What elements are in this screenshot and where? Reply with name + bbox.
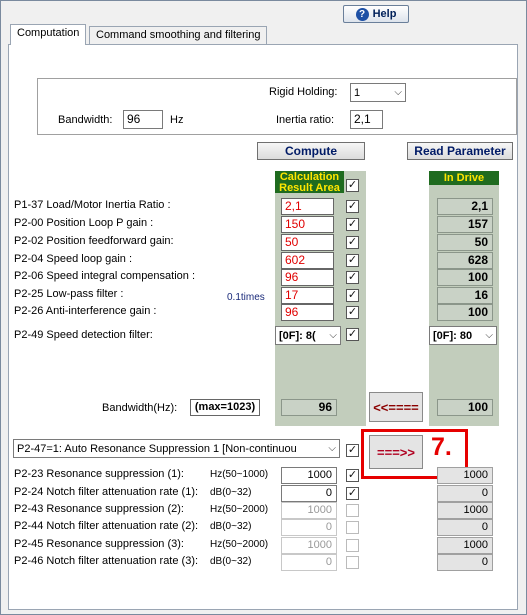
resonance-calc-input[interactable]: 1000 xyxy=(281,467,337,484)
read-parameter-button[interactable]: Read Parameter xyxy=(407,142,513,160)
calculation-header: Calculation Result Area xyxy=(275,171,344,194)
resonance-drive-value: 0 xyxy=(437,485,493,502)
resonance-calc-input: 1000 xyxy=(281,537,337,554)
resonance-checkbox[interactable]: ✓ xyxy=(346,487,359,500)
speed-filter-checkbox[interactable]: ✓ xyxy=(346,328,359,341)
drive-value: 16 xyxy=(437,287,493,304)
calc-value-field[interactable]: 50 xyxy=(281,234,334,251)
speed-filter-calc-value: [0F]: 8( xyxy=(279,329,316,342)
chevron-down-icon: ⌵ xyxy=(329,330,337,341)
inertia-ratio-input[interactable]: 2,1 xyxy=(350,110,383,129)
param-checkbox[interactable]: ✓ xyxy=(346,254,359,267)
compute-button[interactable]: Compute xyxy=(257,142,365,160)
resonance-calc-input: 1000 xyxy=(281,502,337,519)
drive-value: 100 xyxy=(437,304,493,321)
resonance-checkbox[interactable] xyxy=(346,556,359,569)
resonance-drive-value: 1000 xyxy=(437,537,493,554)
resonance-drive-value: 1000 xyxy=(437,502,493,519)
calc-value-field[interactable]: 96 xyxy=(281,269,334,286)
drive-value: 50 xyxy=(437,234,493,251)
in-drive-header: In Drive xyxy=(429,171,499,185)
drive-value: 157 xyxy=(437,216,493,233)
resonance-label: P2-43 Resonance suppression (2): xyxy=(14,503,184,515)
drive-value: 2,1 xyxy=(437,198,493,215)
param-label: P2-25 Low-pass filter : xyxy=(14,288,124,300)
param-label: P2-02 Position feedforward gain: xyxy=(14,235,174,247)
inertia-ratio-label: Inertia ratio: xyxy=(276,114,335,126)
step-annotation-label: 7. xyxy=(431,433,452,461)
resonance-label: P2-46 Notch filter attenuation rate (3): xyxy=(14,555,199,567)
param-label: P2-00 Position Loop P gain : xyxy=(14,217,154,229)
tab-label: Computation xyxy=(17,27,80,39)
resonance-range: dB(0~32) xyxy=(210,521,252,532)
drive-value: 628 xyxy=(437,252,493,269)
rigid-holding-select[interactable]: 1 ⌵ xyxy=(350,83,406,102)
resonance-range: Hz(50~1000) xyxy=(210,469,269,480)
resonance-label: P2-23 Resonance suppression (1): xyxy=(14,468,184,480)
resonance-range: dB(0~32) xyxy=(210,556,252,567)
calc-value-field[interactable]: 602 xyxy=(281,252,334,269)
resonance-drive-value: 1000 xyxy=(437,467,493,484)
bandwidth-unit: Hz xyxy=(170,114,184,126)
param-checkbox[interactable]: ✓ xyxy=(346,236,359,249)
speed-filter-calc-select[interactable]: [0F]: 8( ⌵ xyxy=(275,326,341,345)
help-button[interactable]: ? Help xyxy=(343,5,409,23)
resonance-mode-select[interactable]: P2-47=1: Auto Resonance Suppression 1 [N… xyxy=(13,439,340,458)
resonance-label: P2-45 Resonance suppression (3): xyxy=(14,538,184,550)
write-to-calc-arrow-button[interactable]: <<==== xyxy=(369,392,423,422)
resonance-mode-checkbox[interactable]: ✓ xyxy=(346,444,359,457)
resonance-calc-input: 0 xyxy=(281,519,337,536)
param-label: P2-26 Anti-interference gain : xyxy=(14,305,157,317)
resonance-mode-value: P2-47=1: Auto Resonance Suppression 1 [N… xyxy=(17,442,297,455)
rigid-holding-value: 1 xyxy=(354,86,361,99)
speed-filter-label: P2-49 Speed detection filter: xyxy=(14,329,153,341)
resonance-range: Hz(50~2000) xyxy=(210,539,269,550)
resonance-checkbox[interactable] xyxy=(346,539,359,552)
calc-bandwidth-value: 96 xyxy=(281,399,337,416)
resonance-label: P2-24 Notch filter attenuation rate (1): xyxy=(14,486,199,498)
chevron-down-icon: ⌵ xyxy=(485,330,493,341)
param-checkbox[interactable]: ✓ xyxy=(346,200,359,213)
tab-computation[interactable]: Computation xyxy=(10,24,87,45)
resonance-checkbox[interactable] xyxy=(346,504,359,517)
resonance-drive-value: 0 xyxy=(437,519,493,536)
chevron-down-icon: ⌵ xyxy=(328,443,336,454)
param-label: P2-04 Speed loop gain : xyxy=(14,253,133,265)
bandwidth-hz-label: Bandwidth(Hz): xyxy=(102,402,178,414)
speed-filter-drive-value: [0F]: 80 xyxy=(433,329,473,342)
drive-bandwidth-value: 100 xyxy=(437,399,493,416)
resonance-calc-input: 0 xyxy=(281,554,337,571)
param-checkbox[interactable]: ✓ xyxy=(346,306,359,319)
resonance-checkbox[interactable]: ✓ xyxy=(346,469,359,482)
resonance-range: dB(0~32) xyxy=(210,487,252,498)
param-checkbox[interactable]: ✓ xyxy=(346,271,359,284)
question-icon: ? xyxy=(355,7,369,21)
calc-value-field[interactable]: 17 xyxy=(281,287,334,304)
chevron-down-icon: ⌵ xyxy=(394,87,402,98)
rigid-holding-label: Rigid Holding: xyxy=(269,86,338,98)
param-label: P1-37 Load/Motor Inertia Ratio : xyxy=(14,199,171,211)
resonance-checkbox[interactable] xyxy=(346,521,359,534)
calc-value-field[interactable]: 2,1 xyxy=(281,198,334,215)
calc-select-all-checkbox[interactable]: ✓ xyxy=(346,179,359,192)
param-label: P2-06 Speed integral compensation : xyxy=(14,270,196,282)
param-unit: 0.1times xyxy=(227,292,265,303)
param-checkbox[interactable]: ✓ xyxy=(346,218,359,231)
resonance-range: Hz(50~2000) xyxy=(210,504,269,515)
tab-command-smoothing[interactable]: Command smoothing and filtering xyxy=(89,26,268,45)
param-checkbox[interactable]: ✓ xyxy=(346,289,359,302)
calc-value-field[interactable]: 150 xyxy=(281,216,334,233)
resonance-calc-input[interactable]: 0 xyxy=(281,485,337,502)
drive-value: 100 xyxy=(437,269,493,286)
calc-value-field[interactable]: 96 xyxy=(281,304,334,321)
bandwidth-input[interactable]: 96 xyxy=(123,110,163,129)
resonance-drive-value: 0 xyxy=(437,554,493,571)
tab-label: Command smoothing and filtering xyxy=(96,29,261,41)
resonance-label: P2-44 Notch filter attenuation rate (2): xyxy=(14,520,199,532)
help-label: Help xyxy=(372,8,397,20)
bandwidth-max-field: (max=1023) xyxy=(190,399,260,416)
bandwidth-label: Bandwidth: xyxy=(58,114,113,126)
speed-filter-drive-select[interactable]: [0F]: 80 ⌵ xyxy=(429,326,497,345)
